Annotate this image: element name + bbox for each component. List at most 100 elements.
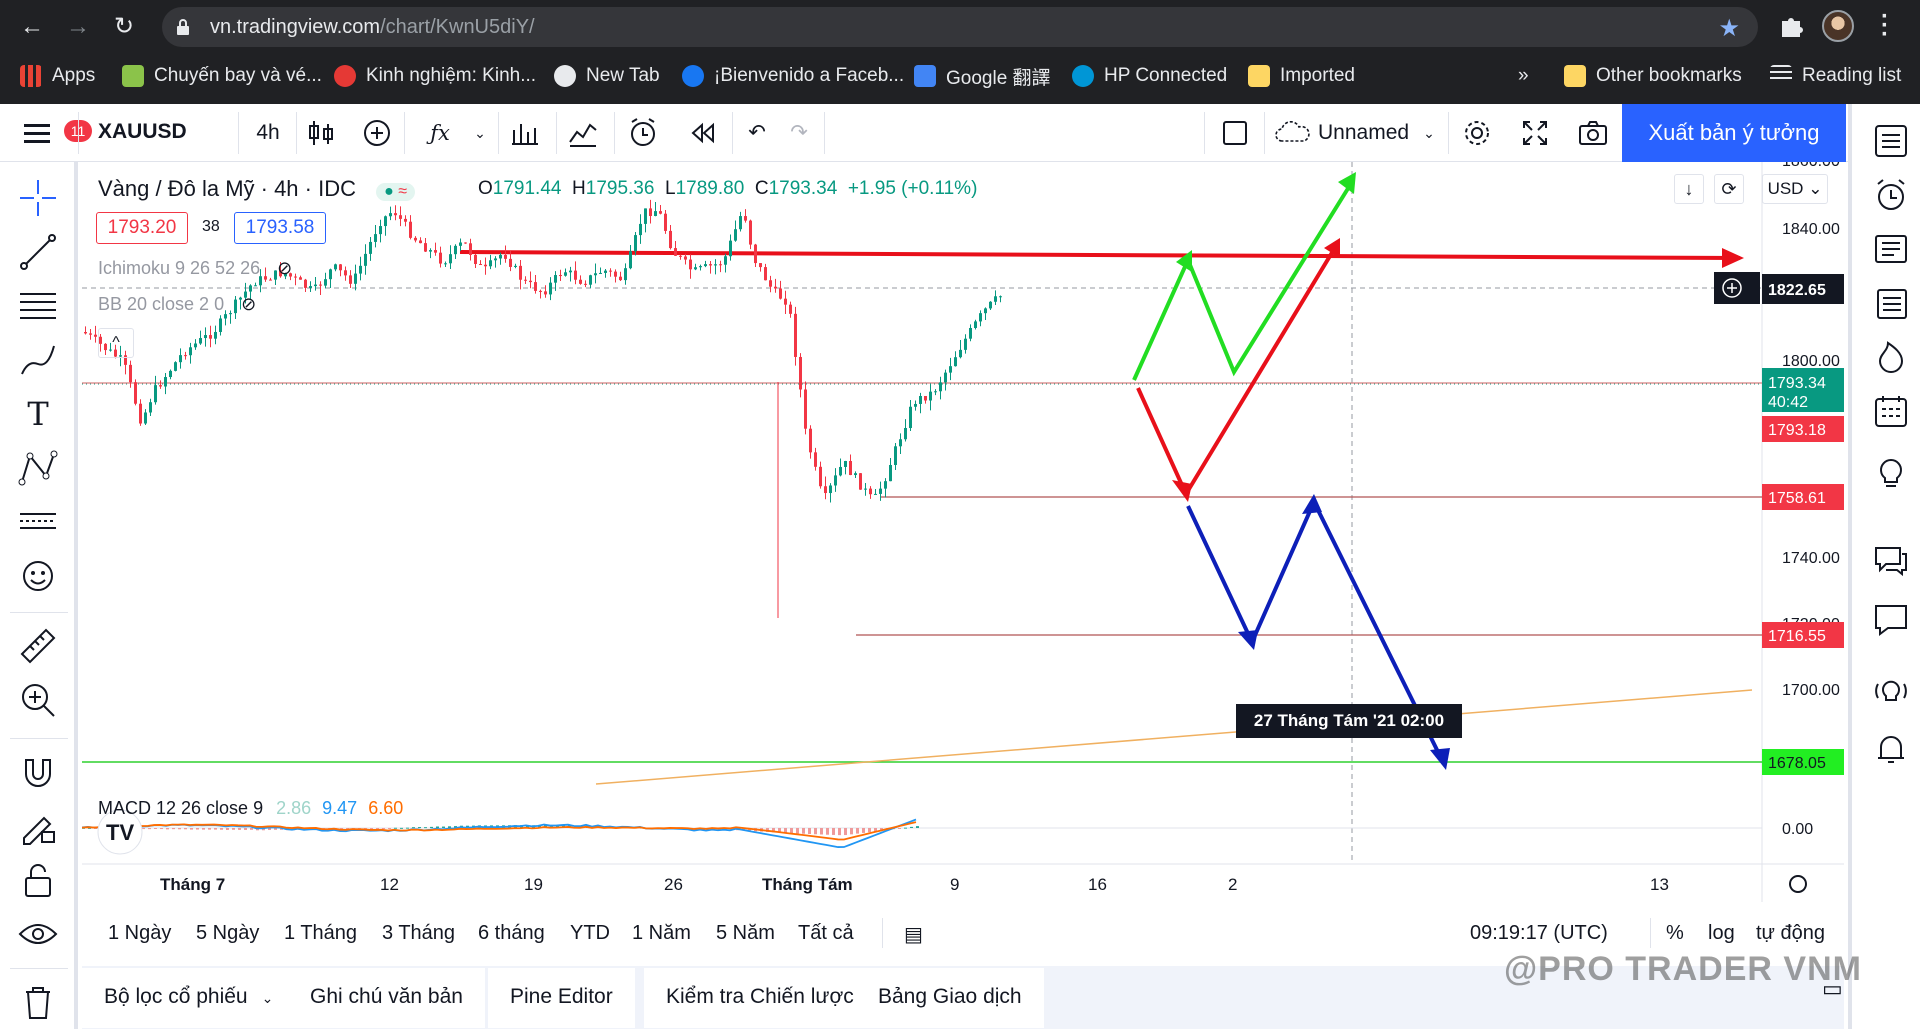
address-bar[interactable]: vn.tradingview.com/chart/KwnU5diY/ ★ xyxy=(162,7,1758,47)
calendar-icon[interactable] xyxy=(1872,392,1910,430)
fx-indicators-icon[interactable]: ƒx xyxy=(418,116,462,150)
reading-list[interactable]: Reading list xyxy=(1770,64,1901,88)
bookmark-new-tab[interactable]: New Tab xyxy=(554,64,660,88)
bookmark-other[interactable]: Other bookmarks xyxy=(1564,64,1742,88)
layout-name-button[interactable]: Unnamed ⌄ xyxy=(1274,116,1435,150)
magnet-icon[interactable] xyxy=(16,750,60,794)
ideas-stream-icon[interactable] xyxy=(1872,600,1910,638)
chevron-down-icon[interactable]: ⌄ xyxy=(470,116,490,150)
bookmark-flights[interactable]: Chuyến bay và vé... xyxy=(122,64,322,88)
currency-select[interactable]: USD ⌄ xyxy=(1762,174,1828,204)
macd-legend[interactable]: MACD 12 26 close 9 2.86 9.47 6.60 xyxy=(98,798,403,819)
unlock-icon[interactable] xyxy=(16,858,60,902)
bookmarks-overflow[interactable]: » xyxy=(1518,64,1529,88)
tab-strategy-tester[interactable]: Kiểm tra Chiến lược xyxy=(644,968,876,1028)
bb-legend[interactable]: BB 20 close 2 0 ⊘ xyxy=(98,294,256,315)
emoji-icon[interactable] xyxy=(16,554,60,598)
range-1d[interactable]: 1 Ngày xyxy=(108,922,171,945)
back-arrow-icon[interactable]: ← xyxy=(18,13,46,41)
compare-icon[interactable] xyxy=(566,116,600,150)
tab-trading-panel[interactable]: Bảng Giao dịch xyxy=(856,968,1044,1028)
hidden-eye-icon[interactable]: ⊘ xyxy=(277,258,292,278)
bar-chart-icon[interactable] xyxy=(508,116,542,150)
symbol-legend-title[interactable]: Vàng / Đô la Mỹ · 4h · IDC ● ≈ xyxy=(98,176,416,202)
fullscreen-icon[interactable] xyxy=(1518,116,1552,150)
chat-icon[interactable] xyxy=(1872,540,1910,578)
prediction-icon[interactable] xyxy=(16,500,60,544)
data-window-icon[interactable] xyxy=(1872,284,1910,322)
streams-icon[interactable] xyxy=(1872,672,1910,710)
replay-icon[interactable] xyxy=(686,116,720,150)
pattern-icon[interactable] xyxy=(16,446,60,490)
tab-pine-editor[interactable]: Pine Editor xyxy=(488,968,635,1028)
bookmark-facebook[interactable]: ¡Bienvenido a Faceb... xyxy=(682,64,904,88)
reset-chart-icon[interactable]: ⟳ xyxy=(1714,174,1744,204)
utc-clock[interactable]: 09:19:17 (UTC) xyxy=(1470,922,1608,945)
price-chart[interactable]: 1860.00 1840.00 1800.00 1740.00 1720.00 … xyxy=(82,162,1844,902)
bookmark-experience[interactable]: Kinh nghiệm: Kinh... xyxy=(334,64,536,88)
symbol-search[interactable]: XAUUSD xyxy=(98,120,187,144)
alarm-clock-icon[interactable] xyxy=(1872,176,1910,214)
tab-text-notes[interactable]: Ghi chú văn bản xyxy=(288,968,485,1028)
chart-pane[interactable]: 1860.00 1840.00 1800.00 1740.00 1720.00 … xyxy=(82,162,1844,902)
bookmark-apps[interactable]: Apps xyxy=(20,64,95,88)
candles-icon[interactable] xyxy=(304,116,338,150)
range-ytd[interactable]: YTD xyxy=(570,922,610,945)
reload-icon[interactable]: ↻ xyxy=(110,13,138,41)
range-3m[interactable]: 3 Tháng xyxy=(382,922,455,945)
goto-date-calendar-icon[interactable]: ▤ xyxy=(904,922,923,947)
percent-scale-toggle[interactable]: % xyxy=(1666,922,1684,945)
crosshair-icon[interactable] xyxy=(16,176,60,220)
forward-arrow-icon[interactable]: → xyxy=(64,13,92,41)
market-status-badge[interactable]: ● ≈ xyxy=(376,183,416,201)
bookmark-hp[interactable]: HP Connected xyxy=(1072,64,1227,88)
bookmark-imported[interactable]: Imported xyxy=(1248,64,1355,88)
news-icon[interactable] xyxy=(1872,230,1910,268)
more-vertical-icon[interactable]: · · · xyxy=(1880,5,1890,47)
time-axis-settings-gear-icon[interactable] xyxy=(1789,875,1807,893)
range-5y[interactable]: 5 Năm xyxy=(716,922,775,945)
gear-icon[interactable] xyxy=(1460,116,1494,150)
range-5d[interactable]: 5 Ngày xyxy=(196,922,259,945)
buy-price-button[interactable]: 1793.58 xyxy=(234,212,326,244)
tab-stock-screener[interactable]: Bộ lọc cổ phiếu ⌄ xyxy=(82,968,296,1028)
ichimoku-legend[interactable]: Ichimoku 9 26 52 26 ⊘ xyxy=(98,258,292,279)
sell-price-button[interactable]: 1793.20 xyxy=(96,212,188,244)
candle-body xyxy=(154,385,157,403)
collapse-legend-button[interactable]: ^ xyxy=(98,328,134,358)
hidden-eye-icon[interactable]: ⊘ xyxy=(241,294,256,314)
range-6m[interactable]: 6 tháng xyxy=(478,922,545,945)
fib-lines-icon[interactable] xyxy=(16,284,60,328)
range-1m[interactable]: 1 Tháng xyxy=(284,922,357,945)
hotlist-fire-icon[interactable] xyxy=(1872,338,1910,376)
ruler-icon[interactable] xyxy=(16,624,60,668)
undo-icon[interactable]: ↶ xyxy=(742,116,772,150)
log-scale-toggle[interactable]: log xyxy=(1708,922,1735,945)
auto-scale-toggle[interactable]: tự động xyxy=(1756,922,1825,945)
brush-icon[interactable] xyxy=(16,338,60,382)
bookmark-google-translate[interactable]: Google 翻譯 xyxy=(914,64,1051,89)
eye-icon[interactable] xyxy=(16,912,60,956)
trend-line-icon[interactable] xyxy=(16,230,60,274)
range-all[interactable]: Tất cả xyxy=(798,922,854,945)
range-1y[interactable]: 1 Năm xyxy=(632,922,691,945)
alarm-clock-icon[interactable] xyxy=(626,116,660,150)
trash-icon[interactable] xyxy=(16,980,60,1024)
main-menu-button[interactable]: 11 xyxy=(20,118,92,148)
text-tool-icon[interactable]: T xyxy=(16,392,60,436)
notifications-bell-icon[interactable] xyxy=(1872,730,1910,768)
avatar[interactable] xyxy=(1822,10,1854,42)
publish-idea-button[interactable]: Xuất bản ý tưởng xyxy=(1622,104,1846,162)
zoom-in-icon[interactable] xyxy=(16,678,60,722)
add-indicator-icon[interactable] xyxy=(360,116,394,150)
lock-drawing-icon[interactable] xyxy=(16,804,60,848)
camera-icon[interactable] xyxy=(1576,116,1610,150)
lightbulb-icon[interactable] xyxy=(1872,452,1910,490)
interval-button[interactable]: 4h xyxy=(248,116,288,150)
redo-icon[interactable]: ↷ xyxy=(784,116,814,150)
scroll-down-arrow-icon[interactable]: ↓ xyxy=(1674,174,1704,204)
bookmark-star-icon[interactable]: ★ xyxy=(1718,14,1740,43)
watchlist-icon[interactable] xyxy=(1872,122,1910,160)
extensions-puzzle-icon[interactable] xyxy=(1777,12,1805,40)
layout-square-icon[interactable] xyxy=(1218,116,1252,150)
